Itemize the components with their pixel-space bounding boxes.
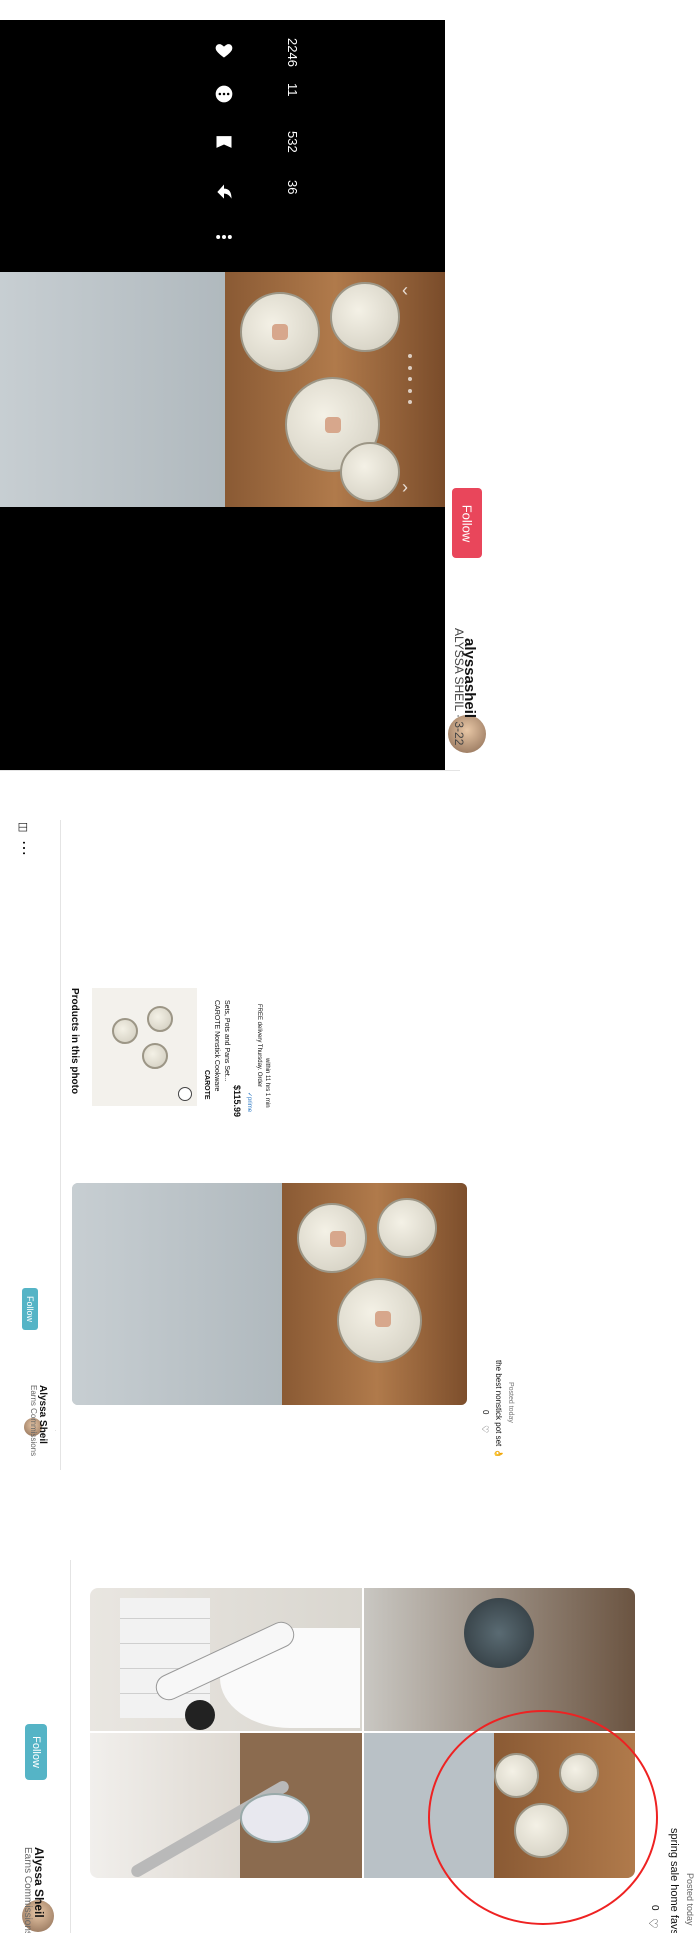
more-action[interactable] bbox=[210, 225, 244, 251]
mop-photo[interactable] bbox=[90, 1733, 362, 1878]
fridge-background bbox=[0, 272, 245, 507]
product-title-line1[interactable]: CAROTE Nonstick Cookware bbox=[213, 1000, 220, 1091]
header-divider bbox=[70, 1560, 71, 1933]
collage-like-count: 0 bbox=[649, 1905, 660, 1911]
highlight-circle bbox=[428, 1710, 658, 1925]
lid-knob bbox=[272, 324, 288, 340]
header-divider bbox=[60, 820, 61, 1470]
comment-icon bbox=[215, 85, 233, 103]
post-follow-button[interactable]: Follow bbox=[22, 1288, 38, 1330]
products-heading: Products in this photo bbox=[69, 988, 80, 1095]
post-posted-time: Posted today bbox=[507, 1382, 514, 1423]
collage-caption: spring sale home favs bbox=[668, 1828, 680, 1933]
share-action[interactable] bbox=[210, 180, 244, 206]
post-photo[interactable] bbox=[72, 1183, 467, 1405]
author-subtitle: ALYSSA SHEIL · 3-22 bbox=[452, 628, 466, 746]
more-dots-icon bbox=[216, 235, 232, 239]
collage-posted-time: Posted today bbox=[685, 1873, 695, 1926]
post-author-sub: Earns Commissions bbox=[29, 1385, 38, 1457]
comment-count: 11 bbox=[285, 83, 300, 97]
delivery-line1: FREE delivery Thursday. Order bbox=[256, 1004, 262, 1088]
chevron-left-icon[interactable]: ‹ bbox=[402, 280, 408, 301]
save-count: 532 bbox=[285, 131, 300, 153]
bookmark-icon bbox=[216, 136, 232, 148]
more-options-icon[interactable]: ⋯ bbox=[14, 840, 34, 856]
product-price: $115.99 bbox=[232, 1085, 242, 1118]
scrubber-photo[interactable] bbox=[90, 1588, 362, 1731]
carousel-dots[interactable] bbox=[408, 354, 414, 404]
pot-image bbox=[330, 282, 400, 352]
delivery-line2: within 11 hrs 1 min bbox=[264, 1058, 270, 1108]
video-photo: ‹ › bbox=[0, 272, 445, 507]
collage-like-icon[interactable]: ♡ bbox=[646, 1918, 660, 1929]
post-caption: the best nonstick pot set 👌 bbox=[494, 1360, 503, 1459]
product-brand: CAROTE bbox=[203, 1070, 210, 1100]
video-player[interactable]: ‹ › bbox=[0, 20, 445, 770]
robot-vacuum-photo[interactable] bbox=[364, 1588, 635, 1731]
pot-image bbox=[340, 442, 400, 502]
follow-button[interactable]: Follow bbox=[452, 488, 482, 558]
heart-icon bbox=[215, 44, 233, 58]
post-like-count: 0 bbox=[481, 1410, 490, 1415]
post-author-name[interactable]: Alyssa Sheil bbox=[37, 1385, 48, 1444]
collage-follow-button[interactable]: Follow bbox=[25, 1724, 47, 1780]
share-count: 36 bbox=[285, 180, 300, 195]
save-action[interactable] bbox=[210, 130, 244, 156]
chevron-right-icon[interactable]: › bbox=[402, 477, 408, 498]
product-select-radio[interactable] bbox=[178, 1087, 192, 1101]
collage-author-name[interactable]: Alyssa Sheil bbox=[32, 1847, 46, 1918]
comment-action[interactable] bbox=[210, 82, 244, 108]
product-title-line2[interactable]: Sets, Pots and Pans Set... bbox=[223, 1000, 230, 1082]
collage-author-sub: Earns Commissions bbox=[22, 1847, 33, 1933]
share-icon bbox=[217, 184, 232, 199]
like-action[interactable] bbox=[210, 38, 244, 64]
prime-badge: ✓prime bbox=[246, 1092, 252, 1113]
share-box-icon[interactable]: ◫ bbox=[17, 822, 30, 832]
like-count: 2246 bbox=[285, 38, 300, 67]
pot-image bbox=[377, 1198, 437, 1258]
post-like-icon[interactable]: ♡ bbox=[479, 1425, 490, 1433]
lid-knob bbox=[325, 417, 341, 433]
divider bbox=[0, 770, 460, 771]
